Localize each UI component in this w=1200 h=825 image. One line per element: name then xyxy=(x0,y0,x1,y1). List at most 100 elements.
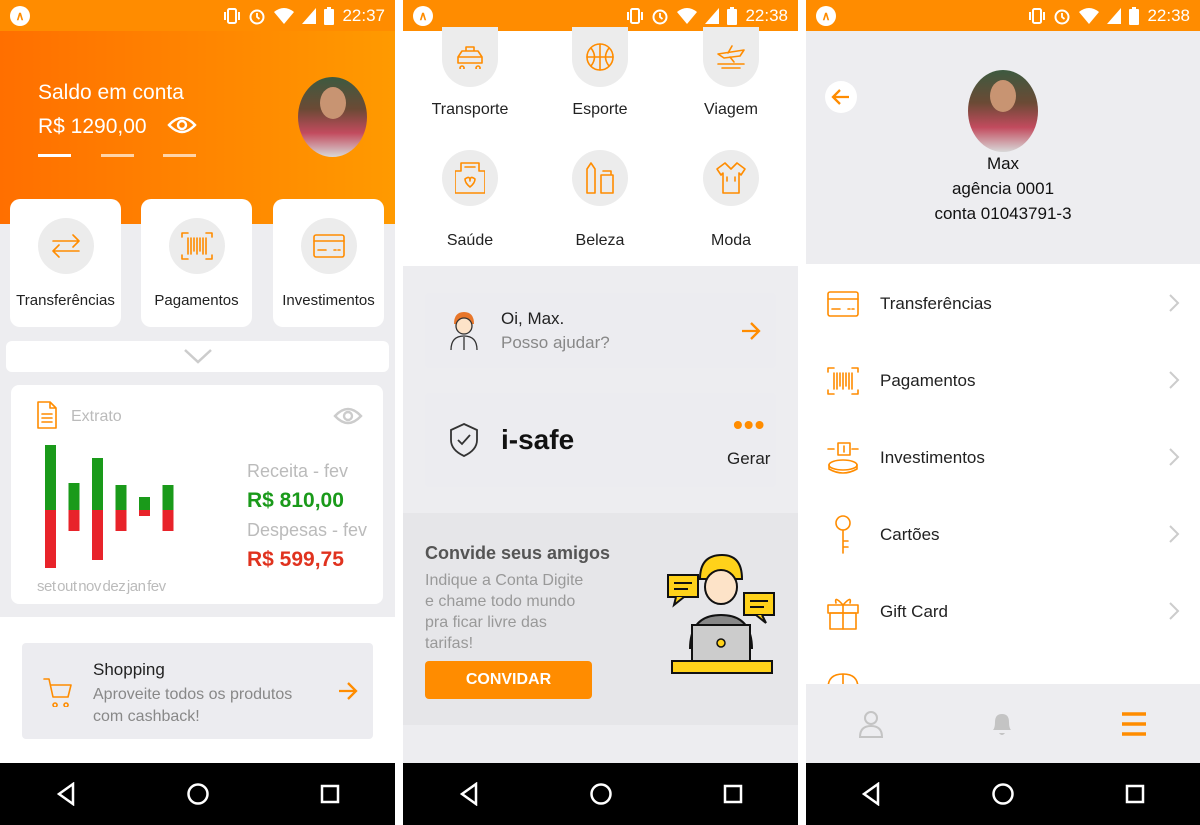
wifi-icon xyxy=(1079,7,1100,24)
recents-icon[interactable] xyxy=(722,783,744,805)
payments-label: Pagamentos xyxy=(154,292,239,309)
assistant-card[interactable]: Oi, Max. Posso ajudar? xyxy=(425,293,776,368)
back-button[interactable] xyxy=(825,81,857,113)
recents-icon[interactable] xyxy=(319,783,341,805)
category-beleza[interactable]: Beleza xyxy=(550,150,650,250)
cart-icon xyxy=(43,678,72,707)
profile-icon[interactable] xyxy=(858,709,884,739)
home-icon[interactable] xyxy=(186,782,210,806)
document-icon xyxy=(37,401,57,429)
menu-icon[interactable] xyxy=(1120,711,1148,737)
app-logo-icon: ∧ xyxy=(413,5,433,26)
invite-card: Convide seus amigos Indique a Conta Digi… xyxy=(403,513,798,725)
despesas-value: R$ 599,75 xyxy=(247,548,344,571)
investments-label: Investimentos xyxy=(282,292,375,309)
receita-bar-dez xyxy=(115,485,127,510)
shield-icon xyxy=(450,423,478,457)
menu-item-label: Transferências xyxy=(880,293,992,313)
category-transporte[interactable]: Transporte xyxy=(420,27,520,131)
investments-button[interactable]: Investimentos xyxy=(273,199,384,327)
signal-icon xyxy=(302,7,317,24)
avatar[interactable] xyxy=(968,70,1038,152)
category-saude[interactable]: Saúde xyxy=(420,150,520,250)
despesas-bar-dez xyxy=(115,510,127,531)
bell-icon[interactable] xyxy=(989,710,1015,738)
receita-bar-fev xyxy=(162,485,174,510)
eye-icon[interactable] xyxy=(167,114,197,136)
despesas-bar-set xyxy=(45,510,56,568)
barcode-icon xyxy=(168,218,225,274)
gift-icon xyxy=(827,598,859,630)
battery-icon xyxy=(727,6,738,25)
menu-item-cartoes[interactable]: Cartões xyxy=(806,496,1200,573)
shirt-icon xyxy=(703,150,759,206)
phone-screen-services: ∧ 22:38 Transporte Esporte Viagem Saúde … xyxy=(403,0,798,825)
status-bar: ∧ 22:38 xyxy=(806,0,1200,31)
menu-item-pagamentos[interactable]: Pagamentos xyxy=(806,342,1200,419)
chevron-right-icon xyxy=(1169,294,1180,312)
recents-icon[interactable] xyxy=(1124,783,1146,805)
home-icon[interactable] xyxy=(991,782,1015,806)
signal-icon xyxy=(705,7,720,24)
avatar[interactable] xyxy=(298,77,367,157)
receita-bar-out xyxy=(68,483,80,510)
arrow-right-icon xyxy=(339,682,358,700)
eye-icon[interactable] xyxy=(333,405,363,427)
category-moda[interactable]: Moda xyxy=(681,150,781,250)
shopping-card[interactable]: Shopping Aproveite todos os produtos com… xyxy=(22,643,373,739)
isafe-action[interactable]: Gerar xyxy=(727,449,770,469)
despesas-bar-jan xyxy=(139,510,150,516)
receita-value: R$ 810,00 xyxy=(247,489,344,512)
category-label: Moda xyxy=(710,232,752,249)
chevron-right-icon xyxy=(1169,371,1180,389)
vibrate-icon xyxy=(1029,7,1046,24)
clock-time: 22:38 xyxy=(1147,5,1190,25)
isafe-card[interactable]: i-safe ••• Gerar xyxy=(425,393,776,487)
home-icon[interactable] xyxy=(589,782,613,806)
invite-text: Indique a Conta Digite e chame todo mund… xyxy=(425,572,584,652)
back-icon[interactable] xyxy=(458,782,480,806)
chart-months: set out nov dez jan fev xyxy=(37,578,166,595)
menu-item-transferencias[interactable]: Transferências xyxy=(806,265,1200,342)
extrato-card[interactable]: Extrato set out nov dez jan fev Receita … xyxy=(11,385,383,604)
back-icon[interactable] xyxy=(55,782,77,806)
alarm-icon xyxy=(249,9,265,24)
back-icon[interactable] xyxy=(860,782,882,806)
invite-title: Convide seus amigos xyxy=(425,543,611,563)
category-label: Viagem xyxy=(704,101,758,118)
plane-icon xyxy=(703,27,759,87)
vibrate-icon xyxy=(224,7,241,24)
receita-bar-jan xyxy=(139,497,150,510)
clock-time: 22:38 xyxy=(745,5,788,25)
android-nav-bar xyxy=(806,763,1200,825)
more-dots-icon[interactable]: ••• xyxy=(733,411,765,439)
payments-button[interactable]: Pagamentos xyxy=(141,199,252,327)
android-nav-bar xyxy=(0,763,395,825)
assistant-question: Posso ajudar? xyxy=(501,333,610,352)
despesas-bar-fev xyxy=(162,510,174,531)
health-icon xyxy=(442,150,498,206)
chevron-right-icon xyxy=(1169,525,1180,543)
expand-bar[interactable] xyxy=(6,341,389,372)
menu-item-gift-card[interactable]: Gift Card xyxy=(806,573,1200,650)
android-nav-bar xyxy=(403,763,798,825)
user-name: Max xyxy=(986,154,1020,173)
alarm-icon xyxy=(1054,9,1070,24)
bottom-tab-bar xyxy=(806,684,1200,763)
assistant-avatar-icon xyxy=(450,312,478,351)
signal-icon xyxy=(1107,7,1122,24)
invite-button[interactable]: CONVIDAR xyxy=(425,661,592,699)
vibrate-icon xyxy=(627,7,644,24)
wifi-icon xyxy=(677,7,698,24)
arrow-left-icon xyxy=(831,89,849,105)
clock-time: 22:37 xyxy=(342,5,385,25)
category-viagem[interactable]: Viagem xyxy=(681,27,781,131)
wifi-icon xyxy=(274,7,295,24)
despesas-label: Despesas - fev xyxy=(247,520,368,540)
category-esporte[interactable]: Esporte xyxy=(550,27,650,131)
basketball-icon xyxy=(572,27,628,87)
balance-header: Saldo em conta R$ 1290,00 xyxy=(0,31,395,224)
receita-label: Receita - fev xyxy=(247,461,349,481)
transfer-button[interactable]: Transferências xyxy=(10,199,121,327)
menu-item-investimentos[interactable]: Investimentos xyxy=(806,419,1200,496)
